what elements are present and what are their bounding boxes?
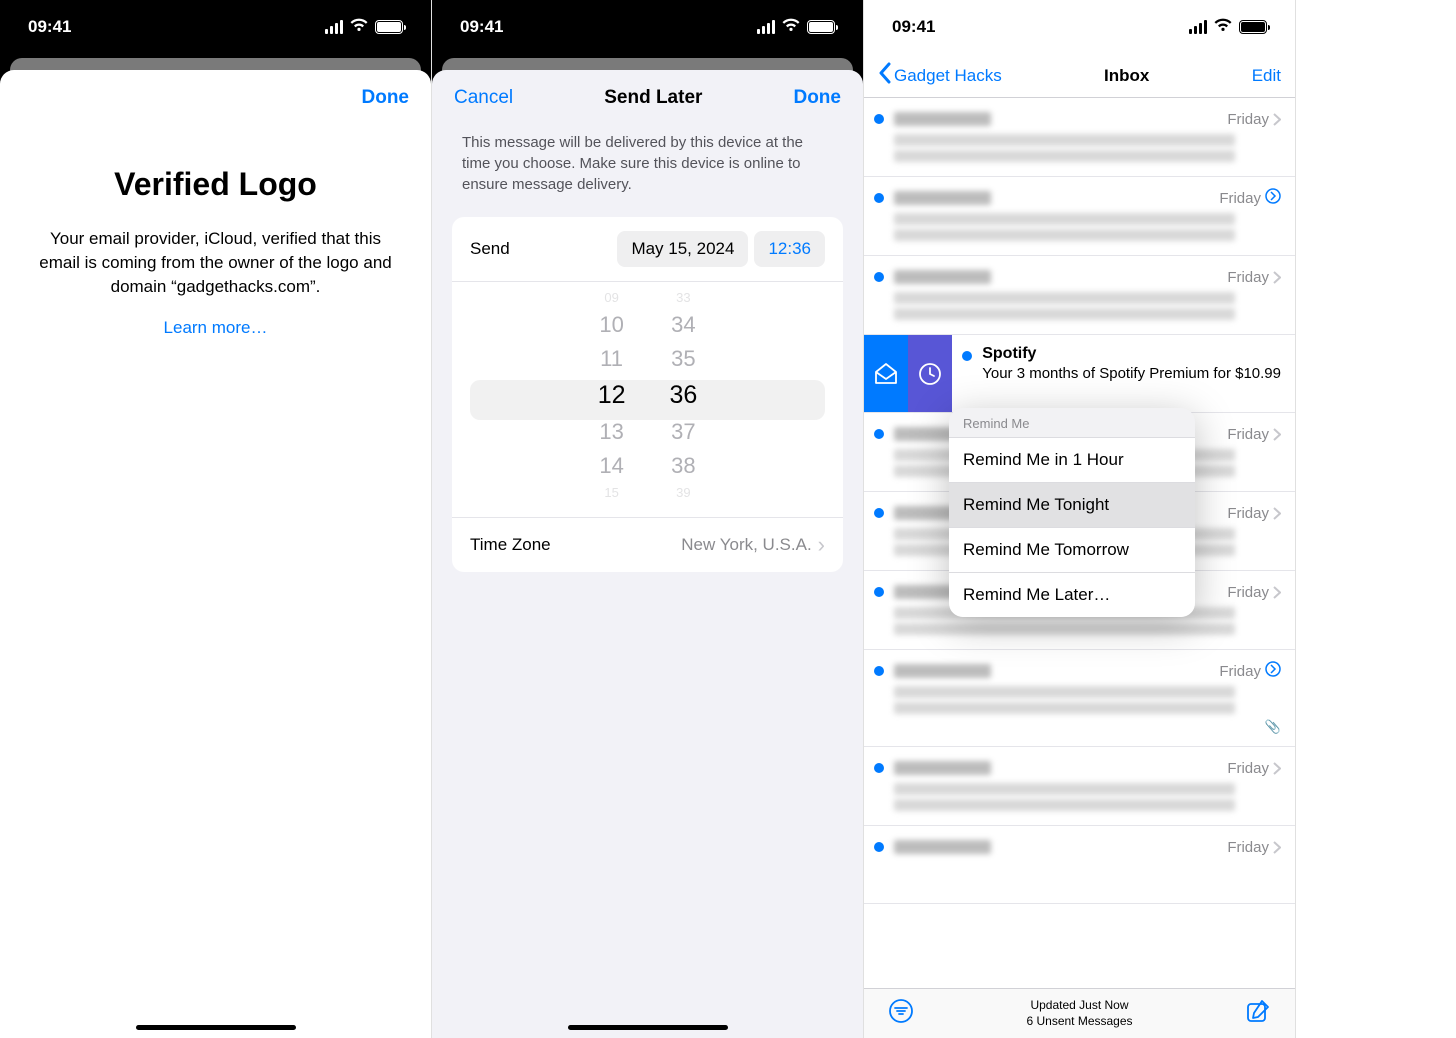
learn-more-link[interactable]: Learn more… <box>34 318 397 338</box>
mail-subject: Your 3 months of Spotify Premium for $10… <box>982 365 1281 382</box>
chevron-right-icon <box>1273 507 1281 520</box>
minute-picker-column[interactable]: 33 34 35 36 37 38 39 <box>670 288 698 503</box>
unread-dot-icon <box>962 351 972 361</box>
swipe-remind-button[interactable] <box>908 335 952 412</box>
thread-chevron-icon <box>1265 188 1281 208</box>
verified-logo-sheet: Done Verified Logo Your email provider, … <box>0 70 431 1038</box>
status-time: 09:41 <box>460 17 503 37</box>
unread-dot-icon <box>874 114 884 124</box>
status-icons <box>325 17 403 37</box>
unread-dot-icon <box>874 429 884 439</box>
toolbar-status: Updated Just Now 6 Unsent Messages <box>1026 998 1132 1029</box>
signal-icon <box>325 20 343 34</box>
remind-me-1-hour[interactable]: Remind Me in 1 Hour <box>949 437 1195 482</box>
mail-item[interactable]: Friday <box>864 177 1295 256</box>
unread-dot-icon <box>874 193 884 203</box>
compose-icon <box>1245 998 1271 1024</box>
back-label: Gadget Hacks <box>894 66 1002 86</box>
chevron-right-icon <box>1273 762 1281 775</box>
timezone-value: New York, U.S.A. <box>681 535 811 555</box>
mail-item[interactable]: Friday <box>864 747 1295 826</box>
signal-icon <box>757 20 775 34</box>
home-indicator[interactable] <box>136 1025 296 1030</box>
status-bar: 09:41 <box>0 0 431 54</box>
mail-item[interactable]: Friday <box>864 98 1295 177</box>
chevron-right-icon: › <box>818 532 825 558</box>
thread-chevron-icon <box>1265 661 1281 681</box>
send-date-button[interactable]: May 15, 2024 <box>617 231 748 267</box>
attachment-icon: 📎 <box>1265 719 1281 734</box>
home-indicator[interactable] <box>568 1025 728 1030</box>
send-options-card: Send May 15, 2024 12:36 09 10 11 12 13 1… <box>452 217 843 572</box>
remind-me-header: Remind Me <box>949 408 1195 437</box>
sheet-nav: Cancel Send Later Done <box>432 70 863 126</box>
remind-me-menu: Remind Me Remind Me in 1 Hour Remind Me … <box>949 408 1195 617</box>
edit-button[interactable]: Edit <box>1252 66 1281 86</box>
done-button[interactable]: Done <box>362 87 410 109</box>
battery-icon <box>375 20 403 34</box>
sheet-nav: Done <box>0 70 431 126</box>
toolbar: Updated Just Now 6 Unsent Messages <box>864 988 1295 1038</box>
wifi-icon <box>349 17 369 37</box>
mail-item-swiped[interactable]: Spotify Your 3 months of Spotify Premium… <box>864 335 1295 413</box>
verified-logo-body: Your email provider, iCloud, verified th… <box>34 227 397 298</box>
send-time-button[interactable]: 12:36 <box>754 231 825 267</box>
unread-dot-icon <box>874 508 884 518</box>
remind-me-tomorrow[interactable]: Remind Me Tomorrow <box>949 527 1195 572</box>
send-row: Send May 15, 2024 12:36 <box>452 217 843 282</box>
status-time: 09:41 <box>28 17 71 37</box>
phone-send-later: 09:41 Cancel Send Later Done This messag… <box>432 0 864 1038</box>
timezone-label: Time Zone <box>470 535 551 555</box>
mail-item[interactable]: Friday <box>864 256 1295 335</box>
remind-me-later[interactable]: Remind Me Later… <box>949 572 1195 617</box>
chevron-right-icon <box>1273 841 1281 854</box>
remind-me-tonight[interactable]: Remind Me Tonight <box>949 482 1195 527</box>
envelope-open-icon <box>872 360 900 388</box>
nav-title: Inbox <box>1104 66 1149 86</box>
mail-item[interactable]: Friday <box>864 826 1295 904</box>
unread-dot-icon <box>874 666 884 676</box>
status-icons <box>1189 17 1267 37</box>
send-later-description: This message will be delivered by this d… <box>432 126 863 217</box>
mail-sender: Spotify <box>982 345 1036 363</box>
chevron-right-icon <box>1273 428 1281 441</box>
nav-bar: Gadget Hacks Inbox Edit <box>864 54 1295 98</box>
done-button[interactable]: Done <box>793 87 841 109</box>
filter-button[interactable] <box>888 998 914 1029</box>
wifi-icon <box>1213 17 1233 37</box>
status-icons <box>757 17 835 37</box>
mail-item[interactable]: Friday 📎 <box>864 650 1295 747</box>
clock-icon <box>917 361 943 387</box>
chevron-right-icon <box>1273 113 1281 126</box>
time-picker[interactable]: 09 10 11 12 13 14 15 33 34 35 36 37 <box>452 282 843 518</box>
battery-icon <box>1239 20 1267 34</box>
phone-inbox: 09:41 Gadget Hacks Inbox Edit Friday <box>864 0 1296 1038</box>
send-label: Send <box>470 239 510 259</box>
status-bar: 09:41 <box>432 0 863 54</box>
filter-icon <box>888 998 914 1024</box>
phone-verified-logo: 09:41 Done Verified Logo Your email prov… <box>0 0 432 1038</box>
timezone-row[interactable]: Time Zone New York, U.S.A. › <box>452 518 843 572</box>
wifi-icon <box>781 17 801 37</box>
swipe-mark-read-button[interactable] <box>864 335 908 412</box>
compose-button[interactable] <box>1245 998 1271 1029</box>
hour-picker-column[interactable]: 09 10 11 12 13 14 15 <box>598 288 626 503</box>
battery-icon <box>807 20 835 34</box>
chevron-right-icon <box>1273 586 1281 599</box>
status-time: 09:41 <box>892 17 935 37</box>
back-button[interactable]: Gadget Hacks <box>878 62 1002 89</box>
chevron-right-icon <box>1273 271 1281 284</box>
chevron-left-icon <box>878 62 892 89</box>
sheet-title: Send Later <box>604 87 702 109</box>
send-later-sheet: Cancel Send Later Done This message will… <box>432 70 863 1038</box>
unread-dot-icon <box>874 272 884 282</box>
unread-dot-icon <box>874 842 884 852</box>
status-bar: 09:41 <box>864 0 1295 54</box>
unread-dot-icon <box>874 587 884 597</box>
page-title: Verified Logo <box>34 166 397 203</box>
signal-icon <box>1189 20 1207 34</box>
unread-dot-icon <box>874 763 884 773</box>
cancel-button[interactable]: Cancel <box>454 87 513 109</box>
